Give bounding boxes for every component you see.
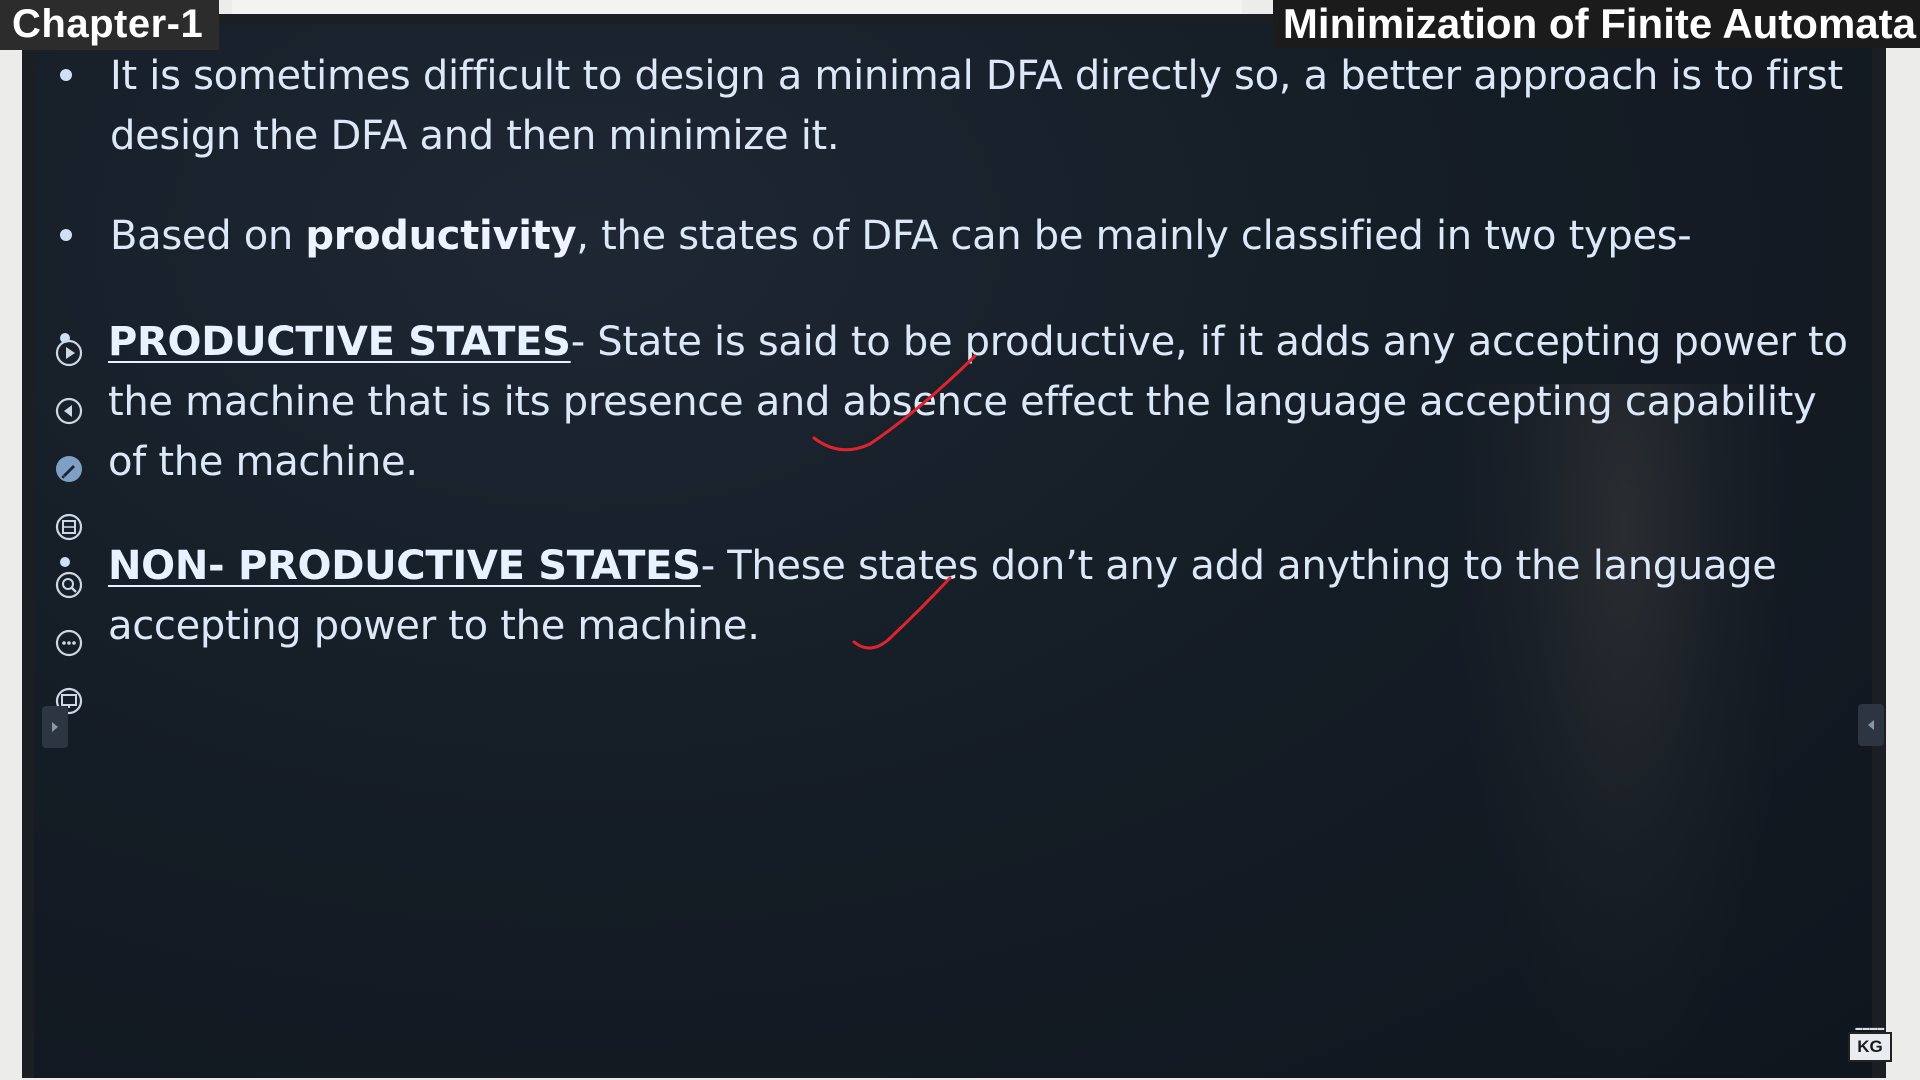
topic-title: Minimization of Finite Automata: [1272, 0, 1920, 48]
productive-line-3: of the machine.: [108, 439, 418, 485]
non-productive-marker: [60, 557, 70, 567]
pen-icon[interactable]: [54, 454, 84, 484]
back-icon[interactable]: [54, 396, 84, 426]
right-panel-toggle[interactable]: [1858, 704, 1884, 746]
bullet-1-marker: [60, 69, 72, 81]
bullet-2-line: Based on productivity, the states of DFA…: [110, 206, 1692, 266]
logo-caption: ▬▬▬▬: [1855, 1025, 1885, 1032]
non-productive-line-1: NON- PRODUCTIVE STATES- These states don…: [108, 536, 1777, 596]
more-icon[interactable]: [54, 628, 84, 658]
chapter-label: Chapter-1: [0, 0, 220, 50]
bullet-2-suffix: , the states of DFA can be mainly classi…: [576, 213, 1692, 259]
productive-line-1-rest: - State is said to be productive, if it …: [570, 319, 1848, 365]
chevron-left-icon: [1868, 720, 1874, 730]
chevron-right-icon: [52, 722, 58, 732]
bullet-2-marker: [60, 229, 72, 241]
play-icon[interactable]: [54, 338, 84, 368]
productive-line-2: the machine that is its presence and abs…: [108, 379, 1817, 425]
presenter-reflection: [1454, 384, 1794, 1078]
bullet-1-line-1: It is sometimes difficult to design a mi…: [110, 53, 1843, 99]
bullet-2-prefix: Based on: [110, 213, 306, 259]
kg-logo: KG: [1848, 1032, 1892, 1062]
non-productive-heading: NON- PRODUCTIVE STATES: [108, 543, 701, 589]
zoom-icon[interactable]: [54, 570, 84, 600]
non-productive-line-2: accepting power to the machine.: [108, 603, 760, 649]
non-productive-line-1-rest: - These states don’t any add anything to…: [700, 543, 1777, 589]
productive-heading: PRODUCTIVE STATES: [108, 319, 571, 365]
top-strip: [232, 0, 1242, 14]
bullet-1-line-2: design the DFA and then minimize it.: [110, 113, 840, 159]
stage: Chapter-1 Minimization of Finite Automat…: [0, 0, 1920, 1080]
bullet-2-bold-term: productivity: [305, 213, 577, 259]
productive-line-1: PRODUCTIVE STATES- State is said to be p…: [108, 312, 1848, 372]
slides-icon[interactable]: [54, 512, 84, 542]
left-panel-toggle[interactable]: [42, 706, 68, 748]
